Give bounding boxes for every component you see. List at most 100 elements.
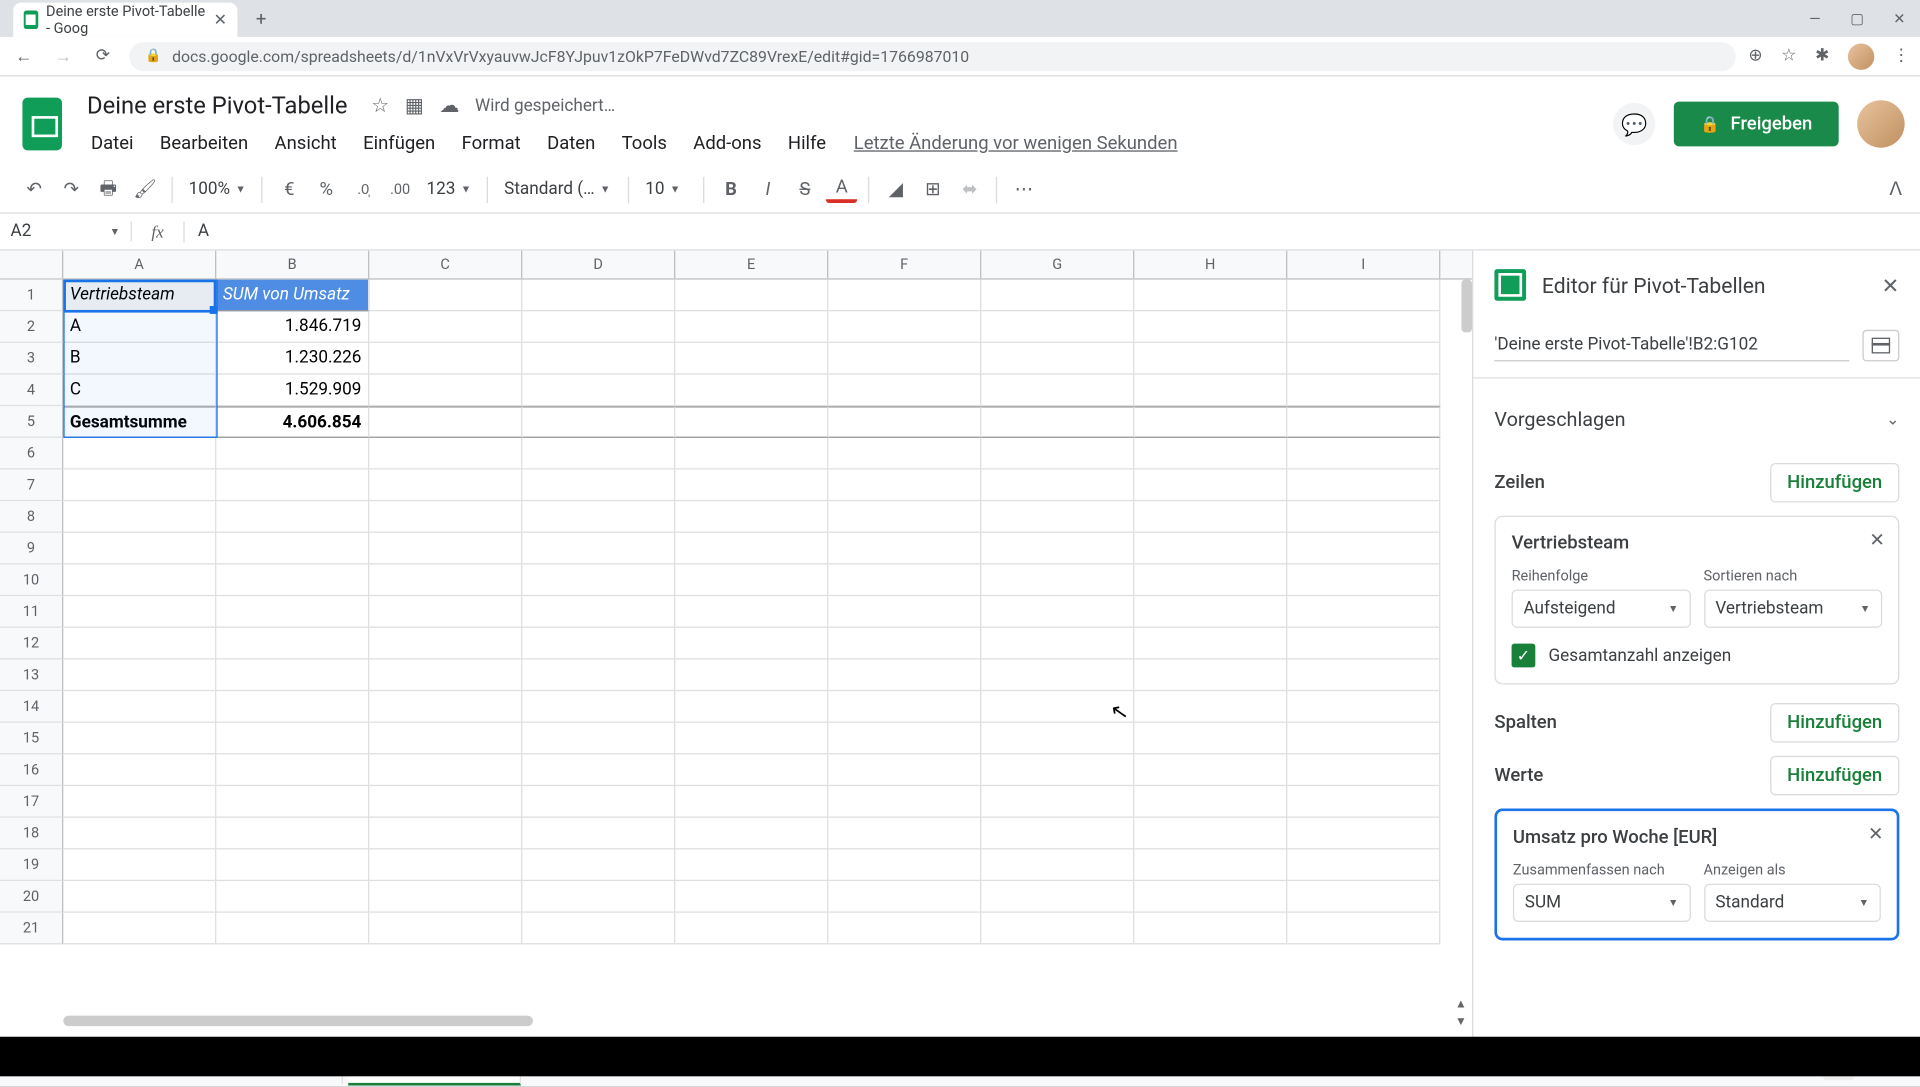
cell[interactable]: A xyxy=(63,311,216,343)
cell[interactable] xyxy=(675,565,828,597)
cell[interactable]: 4.606.854 xyxy=(216,406,369,438)
cell[interactable] xyxy=(828,343,981,375)
cell[interactable] xyxy=(369,470,522,502)
cell[interactable]: SUM von Umsatz xyxy=(216,280,369,312)
add-row-button[interactable]: Hinzufügen xyxy=(1770,463,1899,503)
cell[interactable] xyxy=(369,311,522,343)
strikethrough-button[interactable]: S xyxy=(789,173,821,205)
cell[interactable] xyxy=(675,913,828,945)
cell[interactable] xyxy=(63,723,216,755)
cell[interactable] xyxy=(675,754,828,786)
cell[interactable] xyxy=(63,849,216,881)
cell[interactable] xyxy=(216,565,369,597)
cell[interactable] xyxy=(1287,280,1440,312)
menu-addons[interactable]: Add-ons xyxy=(681,128,773,160)
cell[interactable] xyxy=(675,786,828,818)
scroll-up-icon[interactable]: ▲ xyxy=(1455,997,1467,1012)
new-tab-button[interactable]: + xyxy=(248,7,274,33)
row-header[interactable]: 2 xyxy=(0,311,63,343)
cell[interactable] xyxy=(1287,723,1440,755)
collapse-toolbar-button[interactable]: ᐱ xyxy=(1889,179,1902,200)
cell[interactable] xyxy=(522,470,675,502)
col-header-i[interactable]: I xyxy=(1287,251,1440,279)
row-header[interactable]: 4 xyxy=(0,375,63,407)
font-dropdown[interactable]: Standard (…▼ xyxy=(499,179,618,199)
row-header[interactable]: 15 xyxy=(0,723,63,755)
cell[interactable] xyxy=(1287,754,1440,786)
cell[interactable] xyxy=(828,470,981,502)
cell[interactable] xyxy=(981,501,1134,533)
cell[interactable] xyxy=(522,660,675,692)
increase-decimal-button[interactable]: .00 xyxy=(384,173,416,205)
cell[interactable] xyxy=(981,533,1134,565)
comments-icon[interactable]: 💬 xyxy=(1613,103,1655,145)
minimize-button[interactable]: — xyxy=(1794,0,1836,37)
cell[interactable] xyxy=(1134,311,1287,343)
cell[interactable] xyxy=(1287,533,1440,565)
cell[interactable] xyxy=(981,881,1134,913)
cell[interactable] xyxy=(1134,438,1287,470)
cell[interactable] xyxy=(828,311,981,343)
close-tab-icon[interactable]: ✕ xyxy=(214,11,227,29)
col-header-b[interactable]: B xyxy=(216,251,369,279)
cell[interactable] xyxy=(675,470,828,502)
zoom-dropdown[interactable]: 100%▼ xyxy=(183,179,251,199)
cell[interactable] xyxy=(1287,628,1440,660)
borders-button[interactable]: ⊞ xyxy=(917,173,949,205)
cell[interactable] xyxy=(675,818,828,850)
cell[interactable] xyxy=(369,343,522,375)
browser-tab[interactable]: Deine erste Pivot-Tabelle - Goog ✕ xyxy=(13,3,237,37)
cell[interactable] xyxy=(1134,406,1287,438)
horizontal-scrollbar[interactable] xyxy=(63,1016,533,1027)
fill-color-button[interactable]: ◢ xyxy=(880,173,912,205)
spreadsheet-grid[interactable]: A B C D E F G H I 1VertriebsteamSUM von … xyxy=(0,251,1472,1040)
cell[interactable] xyxy=(216,533,369,565)
row-header[interactable]: 1 xyxy=(0,280,63,312)
cell[interactable] xyxy=(522,913,675,945)
cell[interactable] xyxy=(63,628,216,660)
cell[interactable] xyxy=(1287,438,1440,470)
cell[interactable] xyxy=(1287,881,1440,913)
cell[interactable] xyxy=(1287,470,1440,502)
cell[interactable] xyxy=(675,280,828,312)
remove-value-field-button[interactable]: ✕ xyxy=(1868,824,1883,845)
order-select[interactable]: Aufsteigend▼ xyxy=(1512,590,1691,628)
cell[interactable] xyxy=(369,628,522,660)
cell[interactable] xyxy=(828,406,981,438)
cell[interactable] xyxy=(63,565,216,597)
cell[interactable] xyxy=(63,533,216,565)
cell[interactable] xyxy=(63,881,216,913)
menu-tools[interactable]: Tools xyxy=(610,128,679,160)
cell[interactable] xyxy=(828,375,981,407)
text-color-button[interactable]: A xyxy=(826,176,858,202)
cell[interactable] xyxy=(1134,280,1287,312)
cell[interactable] xyxy=(1287,660,1440,692)
undo-button[interactable]: ↶ xyxy=(18,173,50,205)
cell[interactable] xyxy=(675,881,828,913)
cell[interactable] xyxy=(1134,596,1287,628)
url-field[interactable]: 🔒 docs.google.com/spreadsheets/d/1nVxVrV… xyxy=(129,42,1735,71)
cell[interactable] xyxy=(828,565,981,597)
menu-ansicht[interactable]: Ansicht xyxy=(263,128,349,160)
col-header-e[interactable]: E xyxy=(675,251,828,279)
cell[interactable] xyxy=(63,913,216,945)
formula-input[interactable]: A xyxy=(185,222,223,242)
cell[interactable] xyxy=(522,438,675,470)
cell[interactable] xyxy=(216,501,369,533)
close-window-button[interactable]: ✕ xyxy=(1878,0,1920,37)
cell[interactable] xyxy=(216,881,369,913)
zoom-icon[interactable]: ⊕ xyxy=(1748,46,1762,66)
reload-button[interactable]: ⟳ xyxy=(90,43,116,69)
cell[interactable] xyxy=(1134,501,1287,533)
more-button[interactable]: ⋯ xyxy=(1008,173,1040,205)
col-header-c[interactable]: C xyxy=(369,251,522,279)
cell[interactable] xyxy=(522,754,675,786)
row-header[interactable]: 14 xyxy=(0,691,63,723)
cell[interactable] xyxy=(675,438,828,470)
cell[interactable] xyxy=(828,501,981,533)
row-header[interactable]: 7 xyxy=(0,470,63,502)
cell[interactable] xyxy=(369,754,522,786)
cell[interactable] xyxy=(828,438,981,470)
cell[interactable] xyxy=(522,311,675,343)
cell[interactable] xyxy=(675,628,828,660)
